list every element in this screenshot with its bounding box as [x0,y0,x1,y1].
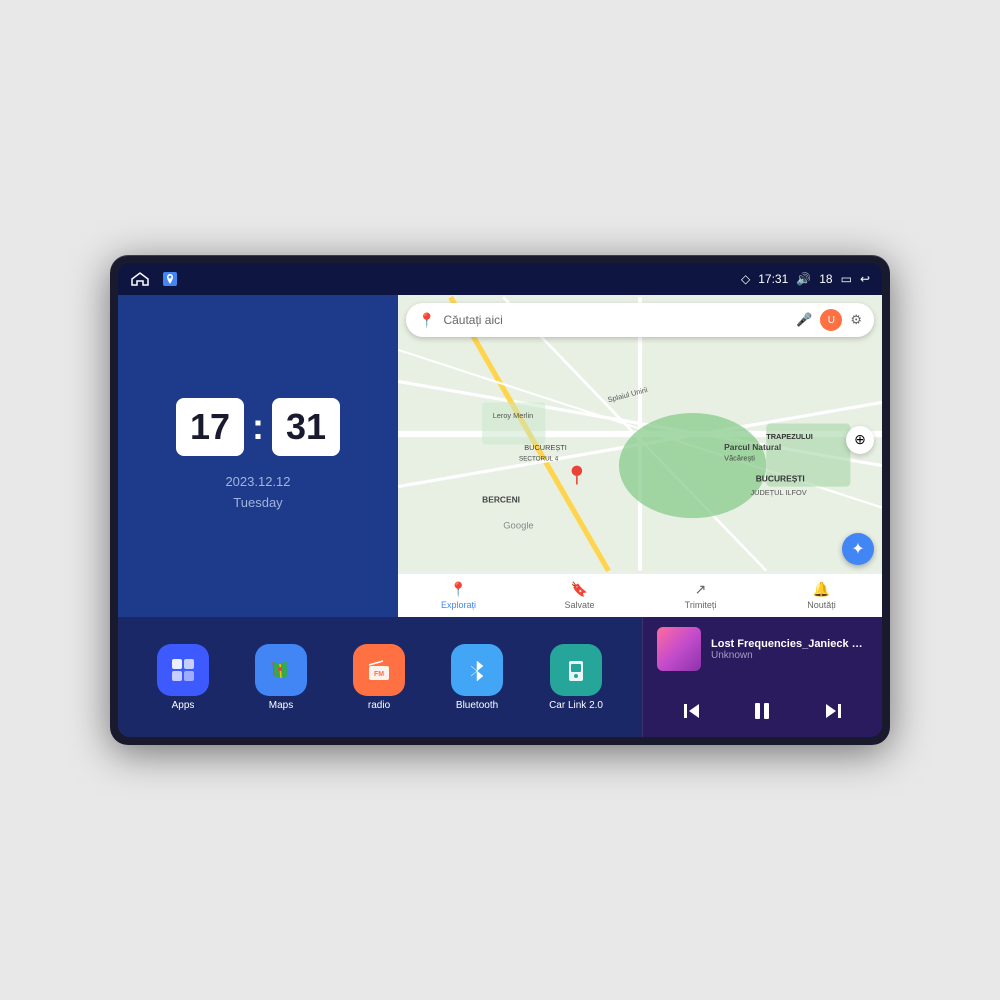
map-zoom-button[interactable]: ⊕ [846,426,874,454]
location-icon: ◇ [741,272,750,286]
clock-date: 2023.12.12 Tuesday [225,472,290,514]
music-artist: Unknown [711,650,868,661]
map-mic-icon[interactable]: 🎤 [796,312,812,328]
music-info: Lost Frequencies_Janieck Devy-... Unknow… [657,627,868,671]
app-item-radio[interactable]: FM radio [353,644,405,711]
radio-label: radio [368,700,390,711]
svg-text:BERCENI: BERCENI [482,494,520,504]
apps-icon [157,644,209,696]
maps-icon [255,644,307,696]
map-nav-share-label: Trimiteți [685,600,717,610]
bottom-section: Apps Maps [118,617,882,737]
map-nav-trimiteti[interactable]: ↗ Trimiteți [640,574,761,617]
map-search-field[interactable]: Căutați aici [443,313,788,327]
clock-widget: 17 : 31 2023.12.12 Tuesday [118,295,398,617]
battery-icon: ▭ [841,272,852,286]
app-item-maps[interactable]: Maps [255,644,307,711]
status-right: ◇ 17:31 🔊 18 ▭ ↩ [741,272,870,286]
carlink-icon [550,644,602,696]
device-screen: ◇ 17:31 🔊 18 ▭ ↩ 17 : 31 2023 [118,263,882,737]
clock-separator: : [252,406,264,448]
svg-text:Leroy Merlin: Leroy Merlin [493,411,534,420]
app-item-apps[interactable]: Apps [157,644,209,711]
music-player: Lost Frequencies_Janieck Devy-... Unknow… [642,617,882,737]
map-navigate-button[interactable]: ✦ [842,533,874,565]
car-display-device: ◇ 17:31 🔊 18 ▭ ↩ 17 : 31 2023 [110,255,890,745]
map-nav-explore-label: Explorați [441,600,476,610]
map-nav-noutati[interactable]: 🔔 Noutăți [761,574,882,617]
clock-hour: 17 [176,398,244,456]
map-widget[interactable]: Parcul Natural Văcărești TRAPEZULUI BUCU… [398,295,882,617]
music-next-button[interactable] [817,695,849,727]
music-prev-button[interactable] [676,695,708,727]
status-time: 17:31 [758,272,788,286]
radio-icon: FM [353,644,405,696]
svg-text:BUCUREȘTI: BUCUREȘTI [756,473,805,483]
map-nav-news-label: Noutăți [807,600,836,610]
music-title: Lost Frequencies_Janieck Devy-... [711,638,868,650]
top-section: 17 : 31 2023.12.12 Tuesday [118,295,882,617]
maps-label: Maps [269,700,293,711]
svg-text:TRAPEZULUI: TRAPEZULUI [766,432,813,441]
map-search-pin-icon: 📍 [418,312,435,329]
svg-text:Parcul Natural: Parcul Natural [724,442,781,452]
apps-panel: Apps Maps [118,617,642,737]
map-explore-icon: 📍 [450,581,467,598]
clock-display: 17 : 31 [176,398,340,456]
app-item-bluetooth[interactable]: Bluetooth [451,644,503,711]
map-saved-icon: 🔖 [571,581,588,598]
music-thumbnail-art [657,627,701,671]
svg-text:BUCUREȘTI: BUCUREȘTI [524,443,567,452]
bluetooth-label: Bluetooth [456,700,498,711]
svg-text:FM: FM [374,671,384,678]
map-user-avatar[interactable]: U [820,309,842,331]
back-icon[interactable]: ↩ [860,272,870,286]
svg-text:Văcărești: Văcărești [724,453,755,462]
status-bar: ◇ 17:31 🔊 18 ▭ ↩ [118,263,882,295]
clock-minute: 31 [272,398,340,456]
status-left [130,269,180,289]
map-news-icon: 🔔 [813,581,830,598]
map-settings-icon[interactable]: ⚙ [850,312,862,328]
svg-text:JUDEȚUL ILFOV: JUDEȚUL ILFOV [750,488,806,497]
map-search-bar[interactable]: 📍 Căutați aici 🎤 U ⚙ [406,303,874,337]
map-nav-saved-label: Salvate [564,600,594,610]
maps-shortcut-icon[interactable] [160,269,180,289]
music-text: Lost Frequencies_Janieck Devy-... Unknow… [711,638,868,661]
main-content: 17 : 31 2023.12.12 Tuesday [118,295,882,737]
apps-label: Apps [172,700,195,711]
map-bottom-nav: 📍 Explorați 🔖 Salvate ↗ Trimiteți 🔔 [398,573,882,617]
map-nav-explorати[interactable]: 📍 Explorați [398,574,519,617]
music-controls [657,695,868,727]
svg-text:Google: Google [503,521,533,532]
volume-icon: 🔊 [796,272,811,286]
bluetooth-icon [451,644,503,696]
carlink-label: Car Link 2.0 [549,700,603,711]
app-item-carlink[interactable]: Car Link 2.0 [549,644,603,711]
map-nav-salvate[interactable]: 🔖 Salvate [519,574,640,617]
signal-strength: 18 [819,272,832,286]
svg-text:SECTORUL 4: SECTORUL 4 [519,455,559,462]
home-icon[interactable] [130,269,150,289]
music-play-pause-button[interactable] [746,695,778,727]
music-thumbnail [657,627,701,671]
map-share-icon: ↗ [695,581,707,598]
